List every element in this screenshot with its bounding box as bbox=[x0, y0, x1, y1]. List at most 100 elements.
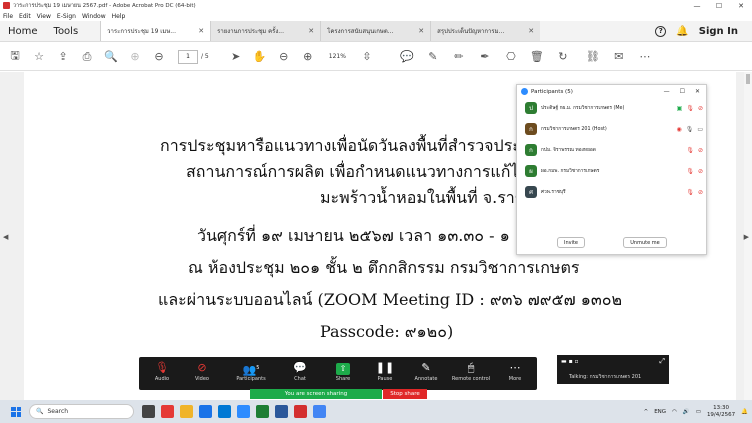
word-icon[interactable] bbox=[275, 405, 288, 418]
stop-share-button[interactable]: Stop share bbox=[383, 389, 427, 399]
document-tab[interactable]: รายงานการประชุม ครั้ง... ✕ bbox=[210, 21, 321, 41]
clock-time: 13:30 bbox=[713, 404, 729, 411]
scrollbar-thumb[interactable] bbox=[746, 74, 750, 84]
select-cursor-icon[interactable]: ➤ bbox=[229, 50, 243, 64]
participants-button[interactable]: 👥5 Participants bbox=[229, 360, 273, 382]
battery-icon[interactable]: ▭ bbox=[696, 409, 701, 415]
participant-name: ประดิษฐ์ กผ.ม. กรมวิชาการเกษตร (Me) bbox=[541, 106, 625, 111]
close-tab-icon[interactable]: ✕ bbox=[198, 27, 204, 35]
annotate-button[interactable]: ✎ Annotate bbox=[406, 360, 446, 382]
participant-row[interactable]: ศ ศวพ.ราชบุรี 🎙 ⊘ bbox=[525, 185, 703, 199]
document-tab[interactable]: สรุปประเด็นปัญหาการม... ✕ bbox=[430, 21, 541, 41]
zoom-level[interactable]: 121% bbox=[329, 53, 346, 60]
rotate-icon[interactable]: ↻ bbox=[556, 50, 570, 64]
menu-view[interactable]: View bbox=[37, 13, 51, 20]
menu-esign[interactable]: E-Sign bbox=[57, 13, 76, 20]
more-tools-icon[interactable]: ⋯ bbox=[638, 50, 652, 64]
video-off-icon: ⊘ bbox=[697, 146, 703, 154]
close-tab-icon[interactable]: ✕ bbox=[308, 27, 314, 35]
participant-name: กรมวิชาการเกษตร 201 (Host) bbox=[541, 127, 607, 132]
stamp-icon[interactable]: ⎔ bbox=[504, 50, 518, 64]
tab-label: โครงการสนับสนุนเกษต... bbox=[327, 28, 394, 35]
unmute-me-button[interactable]: Unmute me bbox=[623, 237, 667, 248]
expand-icon[interactable]: ⤢ bbox=[659, 357, 665, 366]
zoom-app-icon[interactable] bbox=[237, 405, 250, 418]
clock[interactable]: 13:30 19/4/2567 bbox=[707, 405, 735, 419]
mail-icon[interactable]: ✉ bbox=[612, 50, 626, 64]
talking-indicator[interactable]: ▬ ▪ ▫ ⤢ Talking: กรมวิชาการเกษตร 201 bbox=[557, 355, 669, 384]
document-tab[interactable]: วาระการประชุม 19 เมษ... ✕ bbox=[100, 21, 211, 41]
draw-icon[interactable]: ✏ bbox=[452, 50, 466, 64]
popout-panel-icon[interactable]: ☐ bbox=[680, 88, 685, 95]
menu-file[interactable]: File bbox=[3, 13, 13, 20]
chrome-icon[interactable] bbox=[313, 405, 326, 418]
thumbnail-view-icon[interactable]: ▬ ▪ ▫ bbox=[561, 358, 579, 365]
close-panel-icon[interactable]: ✕ bbox=[695, 88, 700, 95]
menu-edit[interactable]: Edit bbox=[19, 13, 31, 20]
pause-icon: ❚❚ bbox=[375, 361, 395, 374]
save-icon[interactable]: 🖫 bbox=[8, 49, 22, 64]
sign-icon[interactable]: ✒ bbox=[478, 50, 492, 64]
remote-control-button[interactable]: 🖱 Remote control bbox=[447, 360, 495, 382]
participant-row[interactable]: ก กปม. จิราพรรณ ทองหยอด 🎙 ⊘ bbox=[525, 143, 703, 157]
menu-window[interactable]: Window bbox=[82, 13, 106, 20]
audio-button[interactable]: 🎙 Audio bbox=[142, 360, 182, 382]
close-button[interactable]: ✕ bbox=[730, 0, 752, 11]
highlight-icon[interactable]: ✎ bbox=[426, 50, 440, 64]
file-explorer-icon[interactable] bbox=[180, 405, 193, 418]
zoom-search-icon[interactable]: 🔍 bbox=[104, 50, 118, 64]
wifi-icon[interactable]: ◠ bbox=[672, 409, 677, 415]
participant-row[interactable]: ก กรมวิชาการเกษตร 201 (Host) ◉ 🎙 ▭ bbox=[525, 122, 703, 136]
sign-in-link[interactable]: Sign In bbox=[699, 26, 738, 37]
maximize-button[interactable]: ☐ bbox=[708, 0, 730, 11]
store-icon[interactable] bbox=[218, 405, 231, 418]
taskbar-search[interactable]: 🔍 Search bbox=[29, 404, 134, 419]
minimize-button[interactable]: — bbox=[686, 0, 708, 11]
fit-page-icon[interactable]: ⇳ bbox=[360, 50, 374, 64]
link-icon[interactable]: ⛓ bbox=[586, 50, 600, 64]
chevron-up-icon[interactable]: ^ bbox=[644, 409, 649, 415]
task-view-icon[interactable] bbox=[142, 405, 155, 418]
close-tab-icon[interactable]: ✕ bbox=[418, 27, 424, 35]
comment-icon[interactable]: 💬 bbox=[400, 50, 414, 64]
print-icon[interactable]: ⎙ bbox=[80, 50, 94, 64]
bell-icon[interactable]: 🔔 bbox=[676, 26, 688, 37]
zoom-out-icon[interactable]: ⊖ bbox=[277, 50, 291, 64]
video-icon: ▭ bbox=[697, 125, 703, 133]
collapse-left-icon[interactable]: ◀ bbox=[3, 233, 8, 241]
upload-icon[interactable]: ⇪ bbox=[56, 50, 70, 64]
video-button[interactable]: ⊘ Video bbox=[182, 360, 222, 382]
chat-button[interactable]: 💬 Chat bbox=[280, 360, 320, 382]
participant-row[interactable]: ผ ผอ.กมพ. กรมวิชาการเกษตร 🎙 ⊘ bbox=[525, 164, 703, 178]
edge-icon[interactable] bbox=[199, 405, 212, 418]
star-icon[interactable]: ☆ bbox=[32, 50, 46, 64]
close-tab-icon[interactable]: ✕ bbox=[528, 27, 534, 35]
notification-icon[interactable]: 🔔 bbox=[741, 409, 748, 415]
more-button[interactable]: ⋯ More bbox=[495, 360, 535, 382]
hand-tool-icon[interactable]: ✋ bbox=[253, 50, 267, 64]
zoom-in-icon[interactable]: ⊕ bbox=[301, 50, 315, 64]
help-icon[interactable]: ? bbox=[655, 25, 667, 37]
tab-bar: Home Tools วาระการประชุม 19 เมษ... ✕ ราย… bbox=[0, 21, 752, 42]
delete-icon[interactable]: 🗑 bbox=[530, 50, 544, 64]
menu-help[interactable]: Help bbox=[112, 13, 126, 20]
pause-button[interactable]: ❚❚ Pause bbox=[365, 360, 405, 382]
volume-icon[interactable]: 🔊 bbox=[683, 409, 690, 415]
tools-tab[interactable]: Tools bbox=[46, 21, 87, 41]
invite-button[interactable]: Invite bbox=[557, 237, 585, 248]
language-indicator[interactable]: ENG bbox=[654, 409, 666, 415]
document-tab[interactable]: โครงการสนับสนุนเกษต... ✕ bbox=[320, 21, 431, 41]
annotate-icon: ✎ bbox=[421, 361, 431, 374]
windows-start-icon[interactable] bbox=[11, 406, 21, 417]
share-button[interactable]: ⇧ Share bbox=[323, 360, 363, 382]
minimize-panel-icon[interactable]: — bbox=[664, 88, 670, 95]
page-up-icon[interactable]: ⊕ bbox=[128, 50, 142, 64]
collapse-right-icon[interactable]: ▶ bbox=[744, 233, 749, 241]
home-tab[interactable]: Home bbox=[0, 21, 46, 41]
participant-row[interactable]: ป ประดิษฐ์ กผ.ม. กรมวิชาการเกษตร (Me) ▣ 🎙… bbox=[525, 101, 703, 115]
excel-icon[interactable] bbox=[256, 405, 269, 418]
page-down-icon[interactable]: ⊖ bbox=[152, 50, 166, 64]
app-icon[interactable] bbox=[161, 405, 174, 418]
page-number-input[interactable]: 1 bbox=[178, 49, 198, 64]
acrobat-taskbar-icon[interactable] bbox=[294, 405, 307, 418]
